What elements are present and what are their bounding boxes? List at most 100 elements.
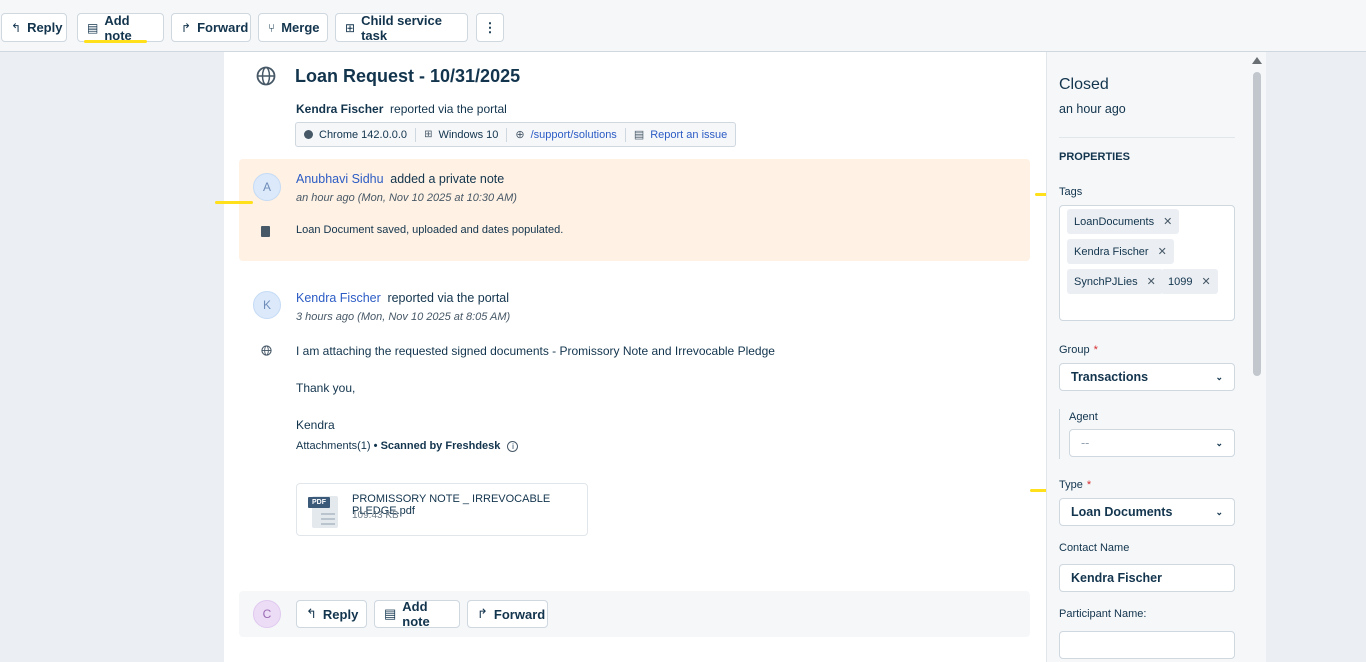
attachments-count: Attachments(1) [296, 440, 371, 452]
attachment-card[interactable]: PDF PROMISSORY NOTE _ IRREVOCABLE PLEDGE… [296, 483, 588, 536]
agent-indent-line [1059, 409, 1060, 459]
forward-label: Forward [493, 606, 546, 622]
reply-label: Reply [27, 20, 63, 35]
group-label-text: Group [1059, 344, 1090, 356]
more-actions-button[interactable]: ⋮ [476, 13, 504, 42]
ticket-toolbar: ↰ Reply ▤ Add note ↱ Forward ⑂ Merge ⊞ C… [0, 0, 1366, 52]
type-label-text: Type [1059, 479, 1083, 491]
pdf-badge: PDF [308, 497, 330, 508]
properties-heading: PROPERTIES [1059, 151, 1130, 163]
reply-button[interactable]: ↰ Reply [1, 13, 67, 42]
tag-label: SynchPJLies [1074, 275, 1138, 288]
ticket-requester-line: Kendra Fischer reported via the portal [296, 102, 507, 116]
reply-button[interactable]: ↰ Reply [296, 600, 367, 628]
remove-tag-icon[interactable]: ✕ [1158, 245, 1167, 258]
scrollbar-thumb[interactable] [1253, 72, 1261, 376]
message-header: Kendra Fischer reported via the portal [296, 291, 509, 305]
child-task-label: Child service task [361, 12, 442, 43]
highlight-mark [215, 201, 253, 204]
merge-button[interactable]: ⑂ Merge [258, 13, 328, 42]
contact-name-field[interactable]: Kendra Fischer [1059, 564, 1235, 592]
remove-tag-icon[interactable]: ✕ [1201, 275, 1210, 288]
chevron-down-icon: ⌄ [1215, 506, 1223, 517]
pdf-file-icon: PDF [308, 496, 338, 528]
participant-name-label: Participant Name: [1059, 608, 1147, 620]
add-note-button[interactable]: ▤ Add note [77, 13, 164, 43]
contact-name-label: Contact Name [1059, 542, 1130, 554]
tag-chip: 1099 ✕ [1161, 269, 1218, 294]
required-mark: * [1086, 479, 1092, 491]
ticket-status: Closed [1059, 76, 1109, 93]
divider [506, 127, 508, 142]
status-time: an hour ago [1059, 102, 1126, 116]
message-action: reported via the portal [387, 291, 510, 305]
reply-bar: C ↰ Reply ▤ Add note ↱ Forward [239, 591, 1030, 637]
browser-info: Chrome 142.0.0.0 [319, 128, 408, 141]
page-link[interactable]: /support/solutions [531, 129, 617, 141]
type-select[interactable]: Loan Documents ⌄ [1059, 498, 1235, 526]
forward-icon: ↱ [477, 606, 488, 621]
forward-label: Forward [197, 20, 249, 35]
tags-field[interactable]: LoanDocuments ✕ Kendra Fischer ✕ SynchPJ… [1059, 205, 1235, 321]
attachments-header: Attachments(1) • Scanned by Freshdesk i [296, 440, 519, 452]
note-action: added a private note [390, 172, 505, 186]
tag-chip: LoanDocuments ✕ [1067, 209, 1180, 234]
child-service-task-button[interactable]: ⊞ Child service task [335, 12, 468, 43]
note-icon: ▤ [87, 20, 99, 35]
message-line: Kendra [296, 418, 335, 432]
requester-name[interactable]: Kendra Fischer [296, 102, 383, 116]
note-author[interactable]: Anubhavi Sidhu [296, 172, 384, 186]
page-gutter [1266, 52, 1366, 662]
remove-tag-icon[interactable]: ✕ [1163, 215, 1172, 228]
required-mark: * [1093, 344, 1098, 356]
group-label: Group * [1059, 344, 1098, 356]
agent-value: -- [1081, 436, 1090, 450]
divider [415, 127, 417, 142]
globe-icon [261, 345, 272, 356]
forward-icon: ↱ [181, 20, 192, 35]
participant-name-field[interactable] [1059, 631, 1235, 659]
type-label: Type * [1059, 479, 1091, 491]
forward-button[interactable]: ↱ Forward [467, 600, 548, 628]
group-select[interactable]: Transactions ⌄ [1059, 363, 1235, 391]
forward-button[interactable]: ↱ Forward [171, 13, 251, 42]
private-note: A Anubhavi Sidhu added a private note an… [239, 159, 1030, 261]
attachment-size: 109.43 KB [352, 510, 399, 521]
reply-label: Reply [322, 606, 359, 622]
tag-label: LoanDocuments [1074, 215, 1155, 228]
scanned-label: • Scanned by Freshdesk [373, 440, 501, 452]
os-info: Windows 10 [438, 128, 499, 141]
note-timestamp: an hour ago (Mon, Nov 10 2025 at 10:30 A… [296, 192, 517, 204]
tag-label: Kendra Fischer [1074, 245, 1149, 258]
remove-tag-icon[interactable]: ✕ [1147, 275, 1156, 288]
note-body: Loan Document saved, uploaded and dates … [296, 224, 564, 236]
globe-small-icon: ⊕ [515, 129, 525, 141]
note-header: Anubhavi Sidhu added a private note [296, 172, 504, 186]
chrome-icon [304, 130, 313, 139]
message-line: Thank you, [296, 381, 356, 395]
document-icon [261, 226, 270, 237]
group-value: Transactions [1071, 370, 1149, 384]
message-author[interactable]: Kendra Fischer [296, 291, 381, 305]
info-icon: i [507, 441, 519, 452]
avatar: A [253, 173, 281, 201]
type-value: Loan Documents [1071, 505, 1173, 519]
requester-meta: Chrome 142.0.0.0 ⊞ Windows 10 ⊕ /support… [295, 122, 737, 147]
agent-select[interactable]: -- ⌄ [1069, 429, 1235, 457]
tag-chip: SynchPJLies ✕ [1067, 269, 1163, 294]
ticket-title: Loan Request - 10/31/2025 [295, 66, 521, 86]
add-note-label: Add note [402, 599, 430, 629]
windows-icon: ⊞ [424, 129, 433, 140]
tags-label: Tags [1059, 186, 1083, 198]
more-icon: ⋮ [483, 19, 497, 35]
scroll-up-arrow[interactable] [1252, 57, 1262, 64]
add-note-button[interactable]: ▤ Add note [374, 599, 460, 629]
divider [1059, 137, 1235, 138]
report-issue-link[interactable]: Report an issue [650, 129, 727, 141]
avatar: K [253, 291, 281, 319]
merge-icon: ⑂ [268, 20, 276, 35]
chevron-down-icon: ⌄ [1215, 437, 1223, 448]
tag-label: 1099 [1168, 275, 1193, 288]
divider [624, 127, 626, 142]
reply-icon: ↰ [306, 606, 317, 621]
